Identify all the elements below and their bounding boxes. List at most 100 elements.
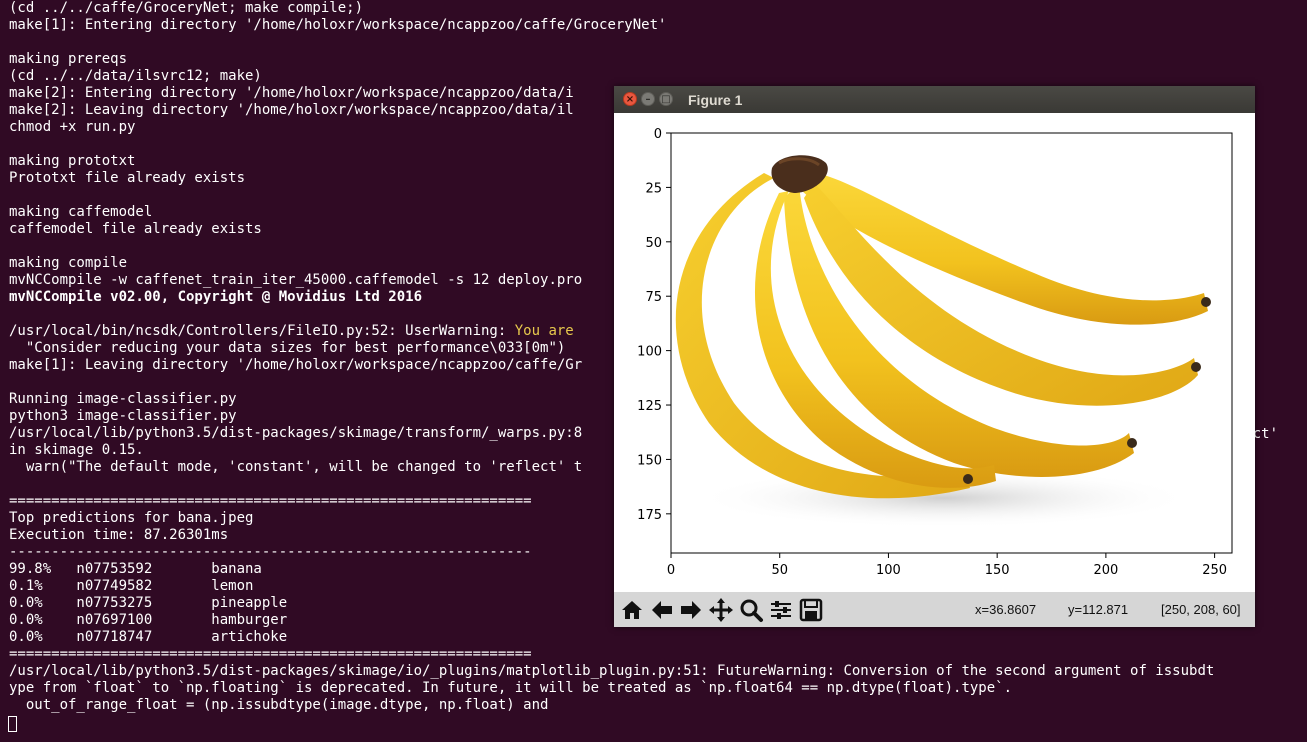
- terminal-line: 99.8% n07753592 banana: [9, 561, 262, 578]
- y-tick-label: 0: [654, 127, 662, 142]
- terminal-line: chmod +x run.py: [9, 119, 135, 136]
- terminal-line: make[2]: Leaving directory '/home/holoxr…: [9, 102, 574, 119]
- terminal-line-text: /usr/local/lib/python3.5/dist-packages/s…: [9, 663, 1215, 679]
- terminal-line-text: make[1]: Leaving directory '/home/holoxr…: [9, 357, 583, 373]
- terminal-line-text: making prereqs: [9, 51, 128, 67]
- terminal-line-text: (cd ../../data/ilsvrc12; make): [9, 68, 262, 84]
- y-tick-label: 75: [645, 290, 662, 305]
- terminal-line-text: chmod +x run.py: [9, 119, 136, 135]
- terminal-line-text: "Consider reducing your data sizes for b…: [9, 340, 566, 356]
- x-tick-label: 100: [876, 563, 901, 578]
- terminal-line-text: 0.0% n07697100 hamburger: [9, 612, 288, 628]
- terminal-line: ========================================…: [9, 646, 532, 663]
- terminal-line-text: make[2]: Entering directory '/home/holox…: [9, 85, 574, 101]
- terminal-line-text: caffemodel file already exists: [9, 221, 262, 237]
- terminal-line: 0.0% n07718747 artichoke: [9, 629, 287, 646]
- terminal-line-text: 0.0% n07718747 artichoke: [9, 629, 288, 645]
- terminal-line: making prototxt: [9, 153, 135, 170]
- home-icon[interactable]: [618, 596, 646, 624]
- x-tick-label: 0: [667, 563, 675, 578]
- terminal-line: mvNCCompile -w caffenet_train_iter_45000…: [9, 272, 582, 289]
- terminal-line: /usr/local/lib/python3.5/dist-packages/s…: [9, 663, 1214, 680]
- y-tick-label: 100: [637, 345, 662, 360]
- terminal-line: in skimage 0.15.: [9, 442, 144, 459]
- terminal-line: (cd ../../data/ilsvrc12; make): [9, 68, 262, 85]
- terminal-line: Execution time: 87.26301ms: [9, 527, 228, 544]
- plot-canvas[interactable]: 0 50 100 150 200 250 0 25 50 75 100 125 150 175: [614, 113, 1255, 592]
- x-tick-label: 50: [771, 563, 788, 578]
- terminal-line: 0.0% n07697100 hamburger: [9, 612, 287, 629]
- terminal-line: making compile: [9, 255, 127, 272]
- terminal-line: Top predictions for bana.jpeg: [9, 510, 253, 527]
- pixel-value-readout: [250, 208, 60]: [1161, 602, 1241, 617]
- terminal-line: out_of_range_float = (np.issubdtype(imag…: [9, 697, 549, 714]
- terminal-line-text: making caffemodel: [9, 204, 153, 220]
- terminal-line-text: 0.0% n07753275 pineapple: [9, 595, 288, 611]
- terminal-line-text: Top predictions for bana.jpeg: [9, 510, 254, 526]
- terminal-line-text: ----------------------------------------…: [9, 544, 532, 560]
- terminal-line-text: python3 image-classifier.py: [9, 408, 237, 424]
- maximize-button[interactable]: □: [659, 92, 673, 106]
- terminal-line-text: /usr/local/lib/python3.5/dist-packages/s…: [9, 425, 583, 441]
- x-coordinate-readout: x=36.8607: [975, 602, 1037, 617]
- terminal-line: "Consider reducing your data sizes for b…: [9, 340, 565, 357]
- window-titlebar[interactable]: × – □ Figure 1: [614, 86, 1255, 114]
- terminal-line: ype from `float` to `np.floating` is dep…: [9, 680, 1012, 697]
- y-axis: 0 25 50 75 100 125 150 175: [637, 127, 671, 523]
- terminal-line-text: making compile: [9, 255, 128, 271]
- close-button[interactable]: ×: [623, 92, 637, 106]
- terminal-line: mvNCCompile v02.00, Copyright @ Movidius…: [9, 289, 422, 306]
- terminal-line-text: mvNCCompile -w caffenet_train_iter_45000…: [9, 272, 583, 288]
- terminal-line: (cd ../../caffe/GroceryNet; make compile…: [9, 0, 363, 17]
- terminal-line-text: Prototxt file already exists: [9, 170, 246, 186]
- x-tick-label: 200: [1093, 563, 1118, 578]
- terminal-line: warn("The default mode, 'constant', will…: [9, 459, 582, 476]
- terminal-line: make[1]: Leaving directory '/home/holoxr…: [9, 357, 582, 374]
- terminal-line-text: out_of_range_float = (np.issubdtype(imag…: [9, 697, 549, 713]
- terminal-line: making prereqs: [9, 51, 127, 68]
- terminal-line-text: warn("The default mode, 'constant', will…: [9, 459, 583, 475]
- terminal-line: 0.1% n07749582 lemon: [9, 578, 253, 595]
- zoom-icon[interactable]: [737, 596, 765, 624]
- terminal-line: caffemodel file already exists: [9, 221, 262, 238]
- y-tick-label: 25: [645, 181, 662, 196]
- figure-window[interactable]: × – □ Figure 1 0 50 100 150 200 250 0 25…: [614, 86, 1255, 627]
- terminal-line-text: make[2]: Leaving directory '/home/holoxr…: [9, 102, 574, 118]
- terminal-line: python3 image-classifier.py: [9, 408, 237, 425]
- plot-toolbar: x=36.8607 y=112.871 [250, 208, 60]: [614, 592, 1255, 627]
- terminal-line: 0.0% n07753275 pineapple: [9, 595, 287, 612]
- terminal-line: /usr/local/lib/python3.5/dist-packages/s…: [9, 425, 582, 442]
- terminal-line: /usr/local/bin/ncsdk/Controllers/FileIO.…: [9, 323, 574, 340]
- terminal-line: making caffemodel: [9, 204, 152, 221]
- minimize-button[interactable]: –: [641, 92, 655, 106]
- window-title: Figure 1: [688, 92, 743, 108]
- y-tick-label: 150: [637, 453, 662, 468]
- x-tick-label: 250: [1202, 563, 1227, 578]
- terminal-line: ========================================…: [9, 493, 532, 510]
- terminal-cursor: [8, 716, 17, 732]
- pan-icon[interactable]: [707, 596, 735, 624]
- y-tick-label: 125: [637, 399, 662, 414]
- y-coordinate-readout: y=112.871: [1068, 602, 1129, 617]
- terminal-line-text: ype from `float` to `np.floating` is dep…: [9, 680, 1013, 696]
- terminal-line-text: in skimage 0.15.: [9, 442, 144, 458]
- plot-svg: 0 50 100 150 200 250 0 25 50 75 100 125 150 175: [637, 127, 1233, 578]
- terminal-line-text: mvNCCompile v02.00, Copyright @ Movidius…: [9, 289, 423, 305]
- x-axis: 0 50 100 150 200 250: [667, 553, 1227, 578]
- terminal-line-text: ========================================…: [9, 646, 532, 662]
- subplots-icon[interactable]: [767, 596, 795, 624]
- back-arrow-icon[interactable]: [648, 596, 676, 624]
- terminal-line: make[1]: Entering directory '/home/holox…: [9, 17, 666, 34]
- terminal-line-text: making prototxt: [9, 153, 136, 169]
- terminal-warning-text: You are: [514, 323, 574, 339]
- terminal-line: make[2]: Entering directory '/home/holox…: [9, 85, 574, 102]
- terminal-line-text: make[1]: Entering directory '/home/holox…: [9, 17, 667, 33]
- terminal-line: ----------------------------------------…: [9, 544, 532, 561]
- save-icon[interactable]: [797, 596, 825, 624]
- y-tick-label: 50: [645, 236, 662, 251]
- terminal-line-text: 0.1% n07749582 lemon: [9, 578, 254, 594]
- forward-arrow-icon[interactable]: [677, 596, 705, 624]
- terminal-line-text: 99.8% n07753592 banana: [9, 561, 262, 577]
- terminal-line-text: (cd ../../caffe/GroceryNet; make compile…: [9, 0, 364, 16]
- x-tick-label: 150: [985, 563, 1010, 578]
